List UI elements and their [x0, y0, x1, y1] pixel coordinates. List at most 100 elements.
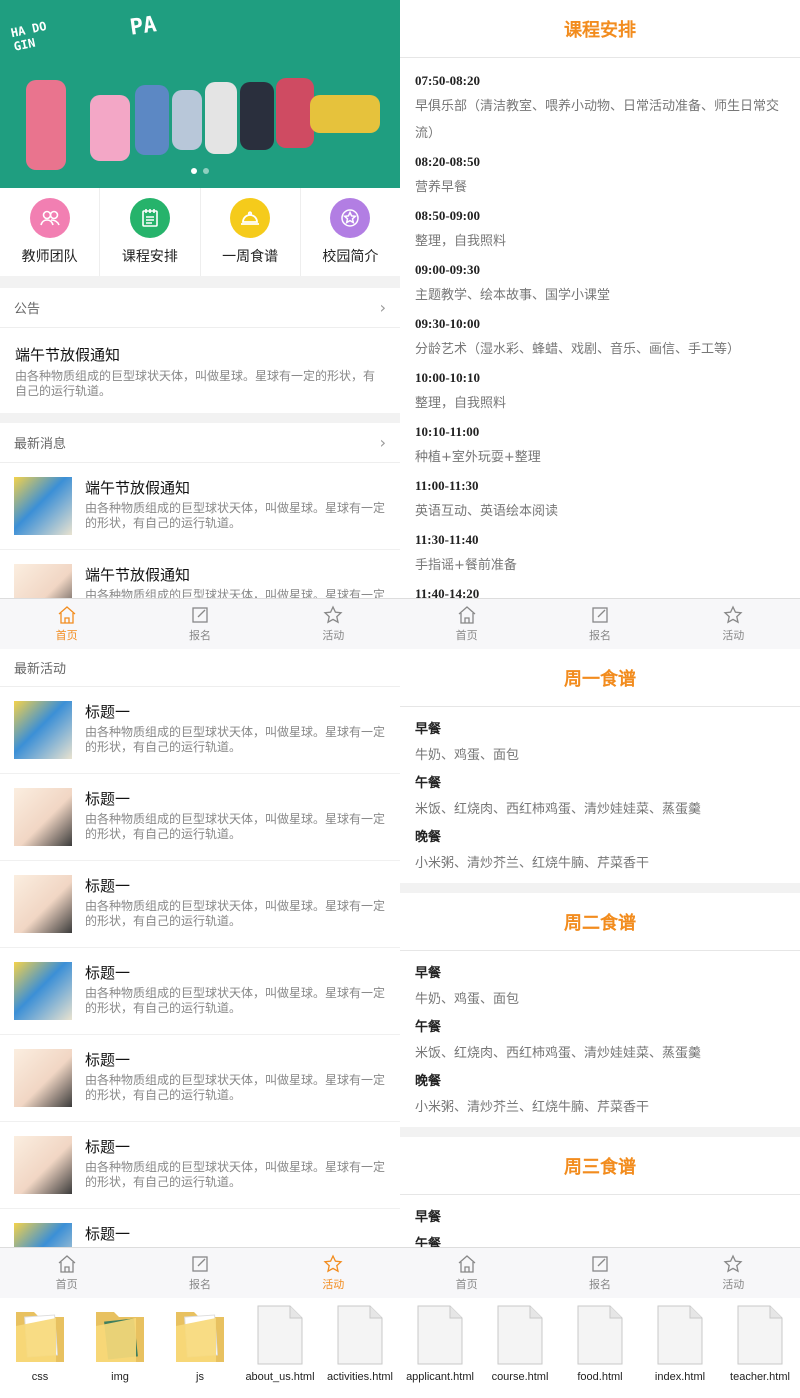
meal-items: 米饭、红烧肉、西红柿鸡蛋、清炒娃娃菜、蒸蛋羹: [415, 802, 702, 817]
meal-label: 早餐: [415, 722, 442, 737]
home-screen: HA DO GIN PA 教师团队 课程安排 一周食谱 校园简介 公告 › 端午…: [0, 0, 400, 649]
schedule-activity: 分龄艺术（湿水彩、蜂蜡、戏剧、音乐、画信、手工等）: [415, 342, 741, 357]
file-name: index.html: [654, 1371, 706, 1383]
carousel-dots[interactable]: [0, 159, 400, 178]
file-item[interactable]: js: [160, 1298, 240, 1398]
schedule-time: 07:50-08:20: [415, 73, 480, 88]
quick-nav: 教师团队 课程安排 一周食谱 校园简介: [0, 188, 400, 276]
section-title: 最新活动: [14, 662, 67, 677]
thumbnail: [14, 1136, 72, 1194]
tab-label: 活动: [722, 629, 745, 642]
tab-bar: 首页 报名 活动: [0, 598, 400, 649]
file-item[interactable]: css: [0, 1298, 80, 1398]
item-title: 标题一: [85, 1051, 131, 1069]
tab-home[interactable]: 首页: [400, 1248, 533, 1298]
list-item[interactable]: 标题一 由各种物质组成的巨型球状天体，叫做星球。星球有一定的形状，有自己的运行轨道…: [0, 687, 400, 774]
item-title: 标题一: [85, 877, 131, 895]
item-desc: 由各种物质组成的巨型球状天体，叫做星球。星球有一定的形状，有自己的运行轨道。: [85, 725, 386, 754]
food-screen: 周一食谱 早餐 牛奶、鸡蛋、面包 午餐 米饭、红烧肉、西红柿鸡蛋、清炒娃娃菜、蒸蛋羹 晚餐…: [400, 649, 800, 1298]
hero-figure: [90, 95, 130, 161]
list-item[interactable]: 端午节放假通知 由各种物质组成的巨型球状天体，叫做星球。星球有一定的形状，有自己…: [0, 463, 400, 550]
list-item[interactable]: 标题一 由各种物质组成的巨型球状天体，叫做星球。星球有一定的形状，有自己的运行轨道…: [0, 1122, 400, 1209]
tab-activity[interactable]: 活动: [667, 1248, 800, 1298]
list-item[interactable]: 标题一 由各种物质组成的巨型球状天体，叫做星球。星球有一定的形状，有自己的运行轨道…: [0, 861, 400, 948]
file-name: food.html: [577, 1371, 623, 1383]
schedule-activity: 早俱乐部（清洁教室、喂养小动物、日常活动准备、师生日常交流）: [415, 99, 780, 141]
schedule-time: 10:00-10:10: [415, 370, 480, 385]
hero-figure: [276, 78, 314, 148]
tab-signup[interactable]: 报名: [133, 1248, 266, 1298]
tab-activity[interactable]: 活动: [267, 599, 400, 649]
menu-day: 周一食谱 早餐 牛奶、鸡蛋、面包 午餐 米饭、红烧肉、西红柿鸡蛋、清炒娃娃菜、蒸蛋羹 晚餐…: [400, 649, 800, 883]
meal-items: 米饭、红烧肉、西红柿鸡蛋、清炒娃娃菜、蒸蛋羹: [415, 1046, 702, 1061]
quick-nav-label: 教师团队: [21, 249, 78, 265]
tab-label: 报名: [588, 629, 611, 642]
tab-signup[interactable]: 报名: [133, 599, 266, 649]
quick-nav-campus[interactable]: 校园简介: [301, 188, 400, 276]
hero-banner[interactable]: HA DO GIN PA: [0, 0, 400, 188]
quick-nav-label: 校园简介: [322, 249, 379, 265]
meal-list: 早餐 牛奶、鸡蛋、面包 午餐 米饭、红烧肉、西红柿鸡蛋、清炒娃娃菜、蒸蛋羹 晚餐 小米粥、…: [400, 707, 800, 883]
announcement-header[interactable]: 公告 ›: [0, 288, 400, 328]
meal-items: 牛奶、鸡蛋、面包: [415, 992, 520, 1007]
folder-icon: [172, 1304, 228, 1366]
tab-home[interactable]: 首页: [400, 599, 533, 649]
hero-figure: [205, 82, 237, 154]
tab-activity[interactable]: 活动: [667, 599, 800, 649]
announcement-item[interactable]: 端午节放假通知 由各种物质组成的巨型球状天体，叫做星球。星球有一定的形状，有自己…: [0, 328, 400, 413]
notepad-icon: [129, 198, 170, 238]
tab-home[interactable]: 首页: [0, 1248, 133, 1298]
list-item[interactable]: 标题一 由各种物质组成的巨型球状天体，叫做星球。星球有一定的形状，有自己的运行轨道…: [0, 774, 400, 861]
hero-figure: [135, 85, 169, 155]
tab-label: 报名: [588, 1278, 611, 1291]
tab-label: 报名: [188, 1278, 211, 1291]
quick-nav-food[interactable]: 一周食谱: [201, 188, 301, 276]
file-item[interactable]: index.html: [640, 1298, 720, 1398]
meal-list: 早餐 牛奶、鸡蛋、面包 午餐 米饭、红烧肉、西红柿鸡蛋、清炒娃娃菜、蒸蛋羹 晚餐 小米粥、…: [400, 951, 800, 1127]
star-outline-icon: [723, 605, 743, 624]
schedule-time: 09:00-09:30: [415, 262, 480, 277]
meal-label: 早餐: [415, 1210, 442, 1225]
file-item[interactable]: img: [80, 1298, 160, 1398]
section-title: 公告: [14, 302, 41, 317]
hero-figure: [310, 95, 380, 133]
item-title: 标题一: [85, 964, 131, 982]
schedule-time: 10:10-11:00: [415, 424, 480, 439]
quick-nav-label: 一周食谱: [222, 249, 279, 265]
file-item[interactable]: about_us.html: [240, 1298, 320, 1398]
file-item[interactable]: teacher.html: [720, 1298, 800, 1398]
announcement-section: 公告 › 端午节放假通知 由各种物质组成的巨型球状天体，叫做星球。星球有一定的形…: [0, 288, 400, 413]
quick-nav-course[interactable]: 课程安排: [100, 188, 201, 276]
file-item[interactable]: food.html: [560, 1298, 640, 1398]
html-file-icon: [252, 1304, 308, 1366]
section-title: 最新消息: [14, 437, 67, 452]
thumbnail: [14, 701, 72, 759]
meal-items: 小米粥、清炒芥兰、红烧牛腩、芹菜香干: [415, 856, 650, 871]
schedule-time: 09:30-10:00: [415, 316, 480, 331]
tab-signup[interactable]: 报名: [533, 1248, 666, 1298]
file-item[interactable]: course.html: [480, 1298, 560, 1398]
news-header[interactable]: 最新消息 ›: [0, 423, 400, 463]
doodle-left: HA DO GIN: [9, 18, 48, 54]
file-browser: css img js about_us.html activities.html appl…: [0, 1298, 800, 1398]
tab-home[interactable]: 首页: [0, 599, 133, 649]
html-file-icon: [492, 1304, 548, 1366]
schedule-time: 11:00-11:30: [415, 478, 479, 493]
file-item[interactable]: activities.html: [320, 1298, 400, 1398]
tab-bar: 首页 报名 活动: [400, 1247, 800, 1298]
hero-figure: [240, 82, 274, 150]
file-item[interactable]: applicant.html: [400, 1298, 480, 1398]
list-item[interactable]: 标题一由各种物质组成的巨型球状天体，叫做星球。星球有一定的形状，有自己的运行轨道…: [0, 1035, 400, 1122]
tab-label: 首页: [55, 1278, 78, 1291]
quick-nav-teachers[interactable]: 教师团队: [0, 188, 101, 276]
html-file-icon: [732, 1304, 788, 1366]
tab-activity[interactable]: 活动: [267, 1248, 400, 1298]
schedule-activity: 主题教学、绘本故事、国学小课堂: [415, 288, 611, 303]
tab-signup[interactable]: 报名: [533, 599, 666, 649]
chevron-right-icon: ›: [379, 298, 386, 317]
star-outline-icon: [723, 1254, 743, 1273]
thumbnail: [14, 477, 72, 535]
folder-icon: [92, 1304, 148, 1366]
item-desc: 由各种物质组成的巨型球状天体，叫做星球。星球有一定的形状，有自己的运行轨道。: [85, 1073, 386, 1102]
list-item[interactable]: 标题一 由各种物质组成的巨型球状天体，叫做星球。星球有一定的形状，有自己的运行轨道…: [0, 948, 400, 1035]
